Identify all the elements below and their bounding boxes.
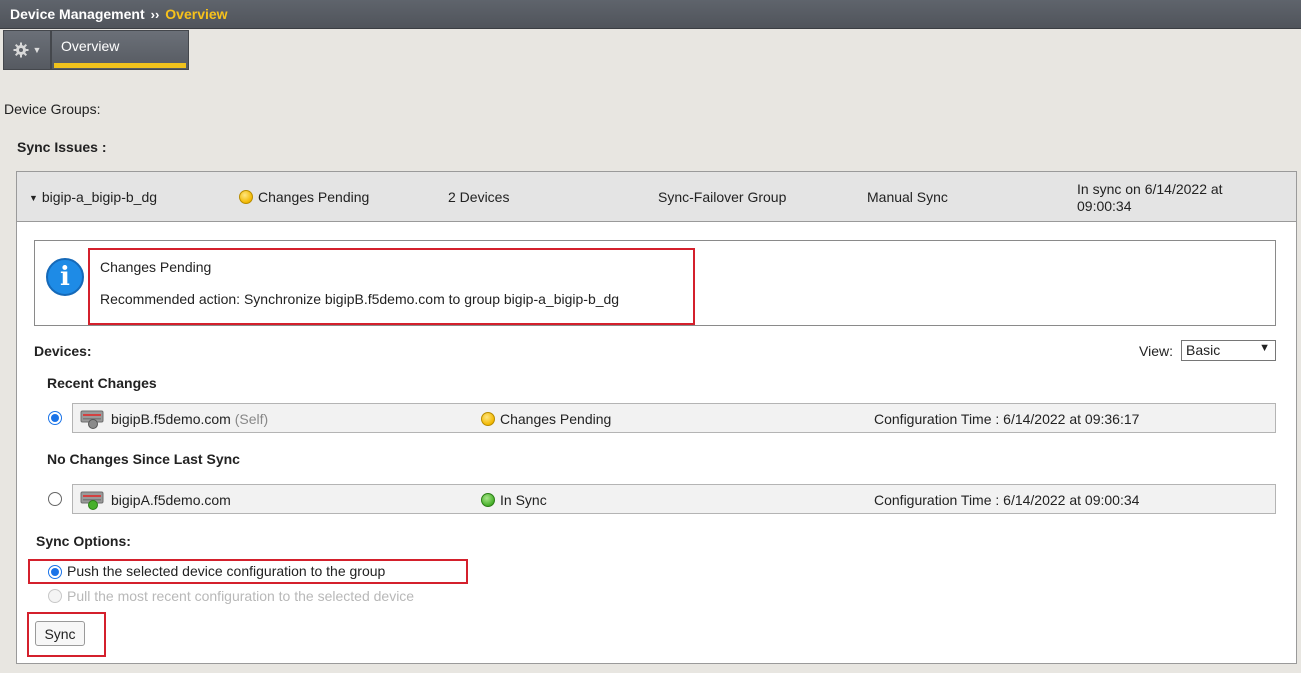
device-name-label: bigipB.f5demo.com	[111, 411, 231, 427]
tab-overview[interactable]: Overview	[51, 30, 189, 70]
sync-issues-label: Sync Issues :	[17, 139, 107, 155]
device-config-time: Configuration Time : 6/14/2022 at 09:00:…	[874, 492, 1140, 508]
group-status-label: Changes Pending	[258, 189, 370, 205]
group-name[interactable]: ▼ bigip-a_bigip-b_dg	[29, 189, 157, 205]
device-self-tag: (Self)	[234, 411, 269, 427]
group-status: Changes Pending	[239, 189, 369, 205]
group-name-label: bigip-a_bigip-b_dg	[41, 189, 158, 205]
tab-bar: ▼ Overview	[0, 29, 1301, 71]
breadcrumb-root[interactable]: Device Management	[10, 6, 145, 22]
pull-option-radio	[48, 589, 62, 603]
device-name[interactable]: bigipA.f5demo.com	[111, 492, 231, 508]
group-sync-state-line2: 09:00:34	[1077, 198, 1132, 214]
chevron-down-icon: ▼	[32, 45, 42, 55]
device-status-label: In Sync	[500, 492, 547, 508]
sync-options-label: Sync Options:	[36, 533, 131, 549]
breadcrumb-current: Overview	[165, 6, 228, 22]
device-radio-bigipb[interactable]	[48, 411, 62, 425]
tab-active-indicator	[54, 63, 186, 68]
device-radio-bigipa[interactable]	[48, 492, 62, 506]
tab-overview-label: Overview	[61, 38, 120, 54]
view-label: View:	[1139, 343, 1173, 359]
status-yellow-icon	[239, 190, 253, 204]
device-group-header[interactable]: ▼ bigip-a_bigip-b_dg Changes Pending 2 D…	[17, 172, 1296, 222]
device-name[interactable]: bigipB.f5demo.com (Self)	[111, 411, 268, 427]
settings-menu-button[interactable]: ▼	[3, 30, 51, 70]
no-changes-label: No Changes Since Last Sync	[47, 451, 240, 467]
breadcrumb: Device Management ›› Overview	[0, 0, 1301, 29]
device-server-icon	[80, 491, 104, 510]
device-server-icon	[80, 410, 104, 429]
status-yellow-icon	[481, 412, 495, 426]
device-group-panel: ▼ bigip-a_bigip-b_dg Changes Pending 2 D…	[16, 171, 1297, 664]
chevron-down-icon: ▼	[1259, 342, 1270, 354]
device-status-label: Changes Pending	[500, 411, 612, 427]
breadcrumb-separator: ››	[150, 6, 160, 22]
devices-label: Devices:	[34, 343, 92, 359]
device-row[interactable]: bigipB.f5demo.com (Self) Changes Pending…	[72, 403, 1276, 433]
device-status: Changes Pending	[481, 411, 611, 427]
pull-option-label: Pull the most recent configuration to th…	[67, 588, 415, 604]
device-config-time: Configuration Time : 6/14/2022 at 09:36:…	[874, 411, 1140, 427]
group-sync-state: In sync on 6/14/2022 at 09:00:34	[1077, 181, 1223, 215]
view-select-value: Basic	[1186, 342, 1221, 358]
device-name-label: bigipA.f5demo.com	[111, 492, 231, 508]
highlight-box	[27, 612, 106, 657]
view-select[interactable]: Basic ▼	[1181, 340, 1276, 361]
recent-changes-label: Recent Changes	[47, 375, 157, 391]
status-green-icon	[481, 493, 495, 507]
info-icon: i	[46, 258, 84, 296]
group-sync-state-line1: In sync on 6/14/2022 at	[1077, 181, 1223, 197]
expand-triangle-icon[interactable]: ▼	[29, 193, 38, 203]
group-type: Sync-Failover Group	[658, 189, 787, 205]
group-device-count: 2 Devices	[448, 189, 510, 205]
gear-icon	[13, 42, 29, 58]
group-sync-mode: Manual Sync	[867, 189, 948, 205]
highlight-box	[28, 559, 468, 584]
device-status: In Sync	[481, 492, 547, 508]
device-groups-label: Device Groups:	[4, 101, 101, 117]
highlight-box	[88, 248, 695, 325]
device-row[interactable]: bigipA.f5demo.com In Sync Configuration …	[72, 484, 1276, 514]
